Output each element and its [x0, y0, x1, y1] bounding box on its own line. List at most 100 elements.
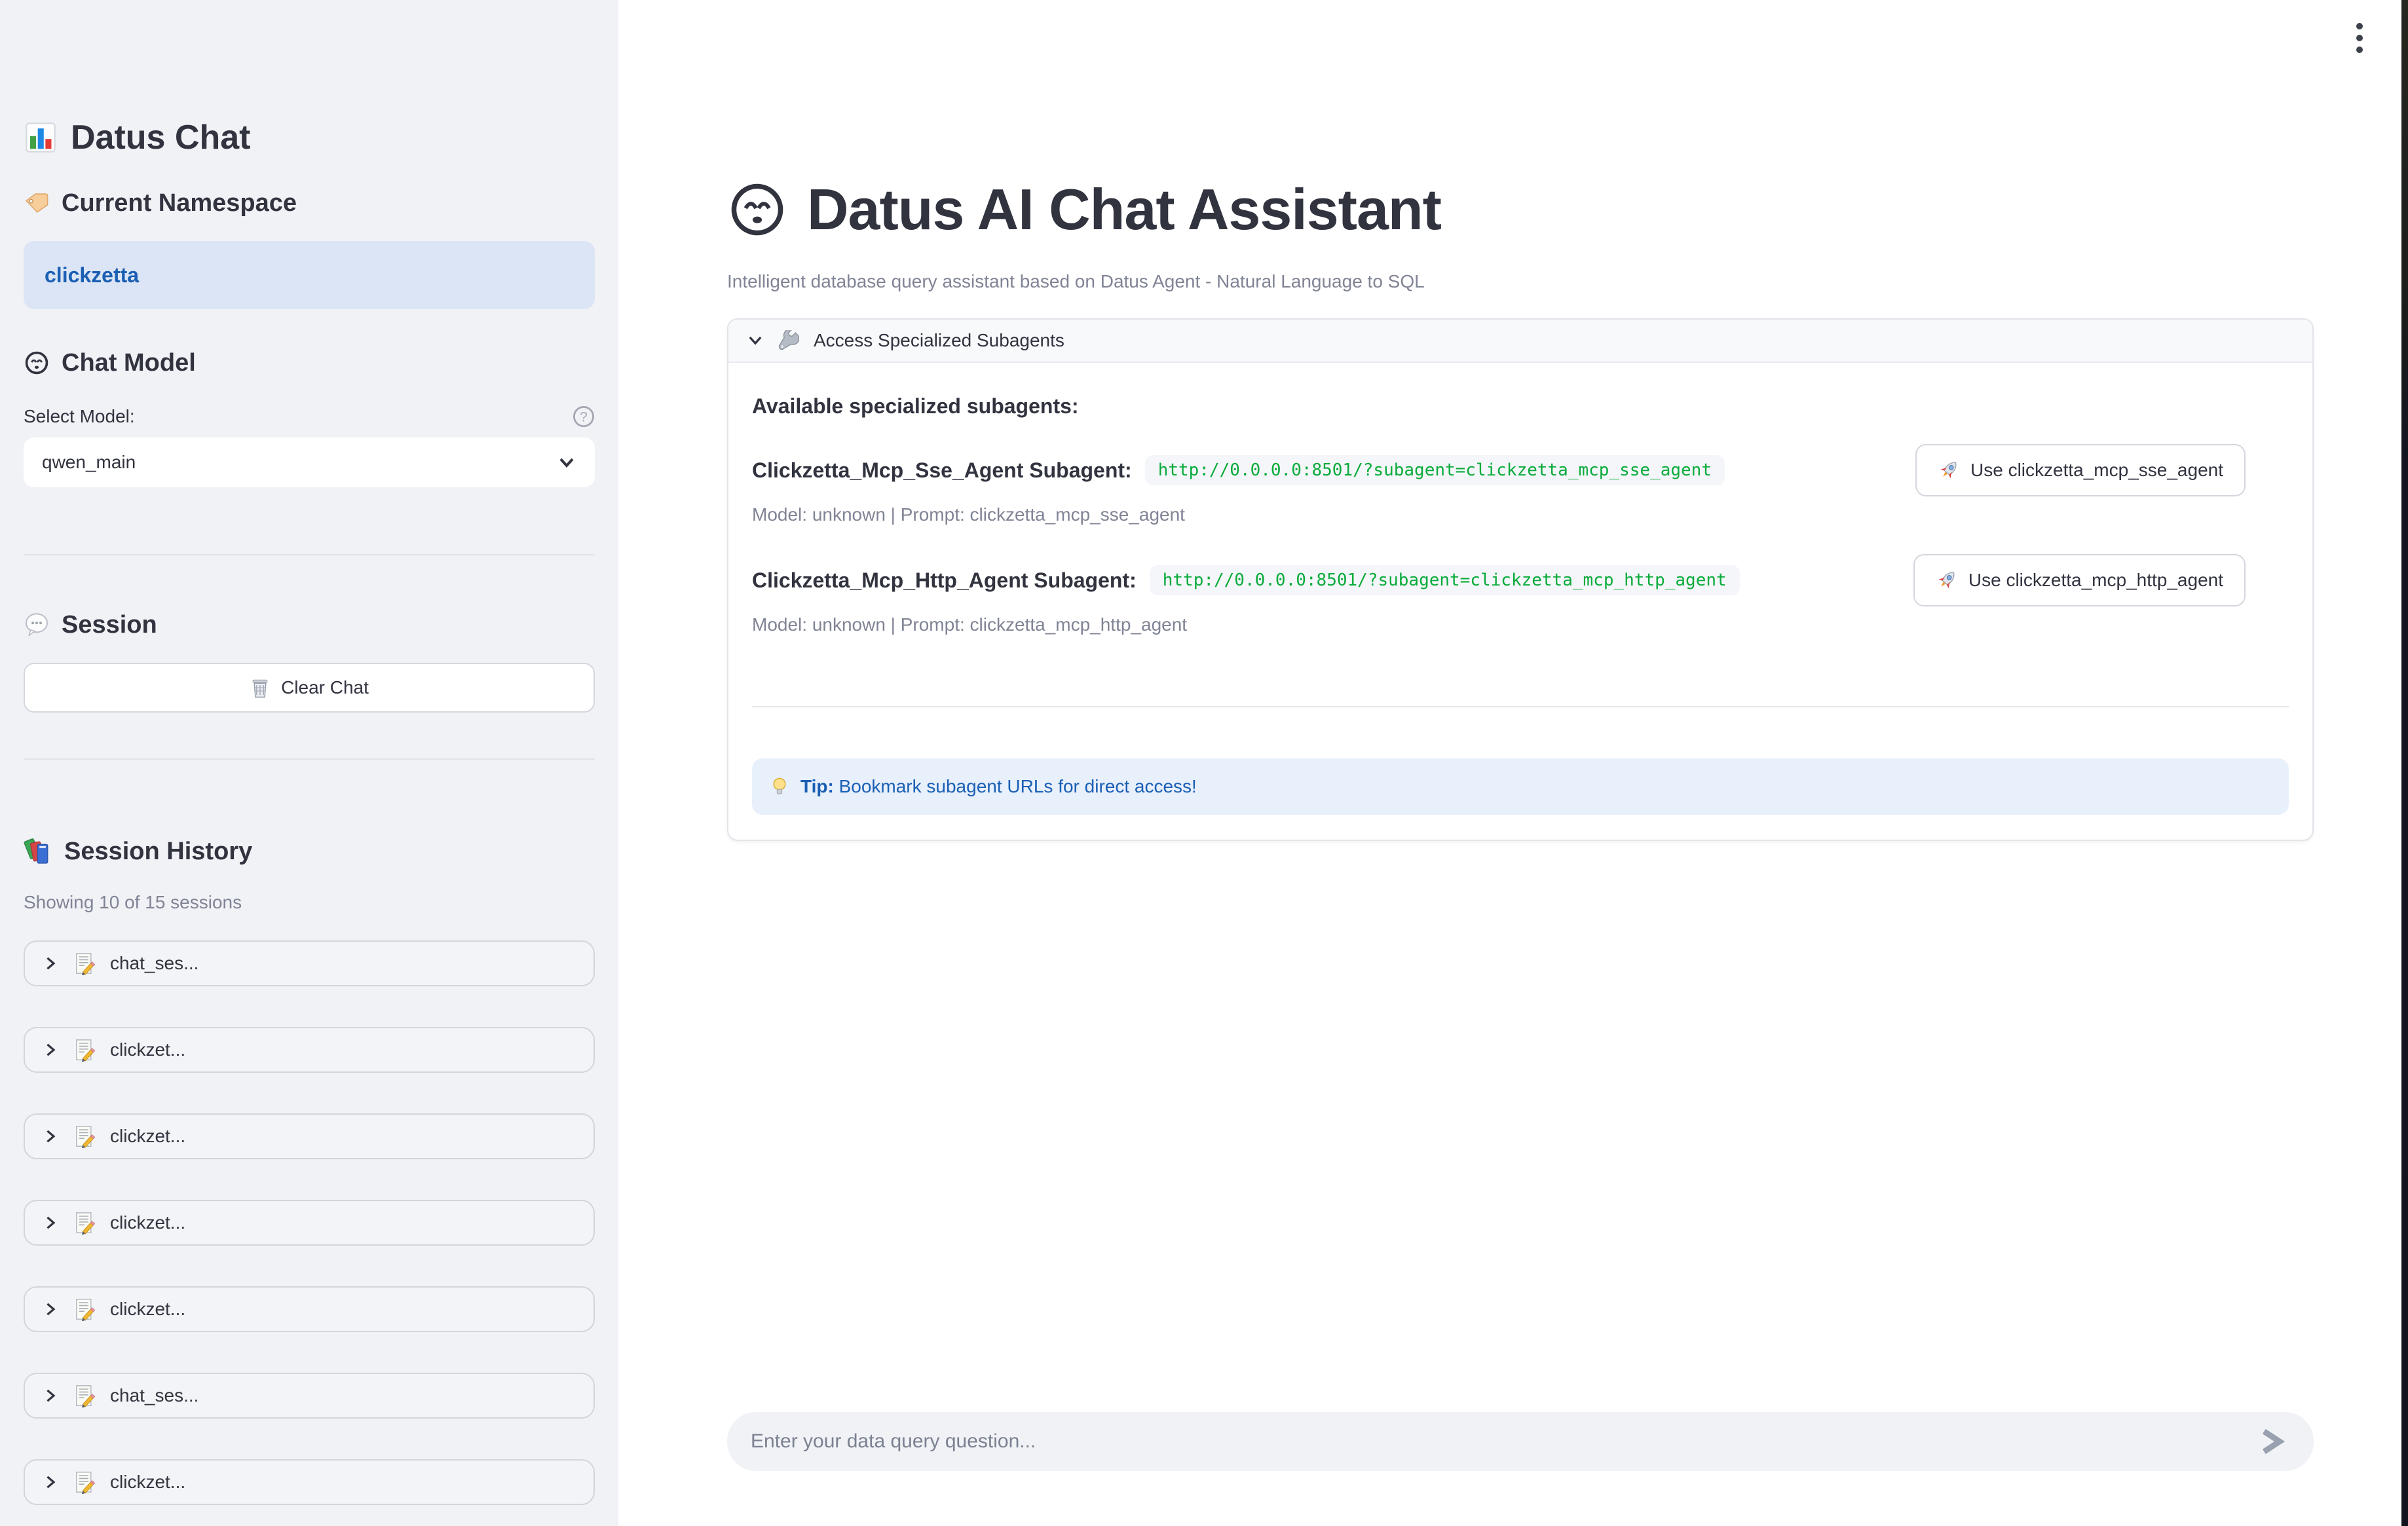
- memo-icon: [72, 1297, 96, 1321]
- session-item-label: clickzet...: [110, 1472, 185, 1493]
- chevron-right-icon: [43, 1302, 58, 1316]
- page-subtitle: Intelligent database query assistant bas…: [727, 269, 2314, 295]
- session-item-label: clickzet...: [110, 1299, 185, 1320]
- subagents-intro: Available specialized subagents:: [752, 392, 2289, 420]
- tip-box: Tip: Bookmark subagent URLs for direct a…: [752, 758, 2289, 815]
- subagent-info: Clickzetta_Mcp_Http_Agent Subagent: http…: [752, 565, 1740, 595]
- use-sse-agent-button[interactable]: Use clickzetta_mcp_sse_agent: [1915, 444, 2246, 496]
- session-history-heading-row: Session History: [24, 834, 595, 868]
- subagent-info: Clickzetta_Mcp_Sse_Agent Subagent: http:…: [752, 455, 1725, 485]
- wrench-icon: [778, 330, 799, 351]
- use-sse-agent-label: Use clickzetta_mcp_sse_agent: [1970, 460, 2223, 481]
- session-history-item[interactable]: clickzet...: [24, 1459, 595, 1505]
- bulb-icon: [770, 777, 789, 796]
- chevron-right-icon: [43, 1043, 58, 1057]
- app-title: Datus Chat: [71, 117, 250, 158]
- app-title-row: Datus Chat: [24, 117, 595, 158]
- session-history-list: chat_ses... clickzet... clickz: [24, 940, 595, 1505]
- clear-chat-button[interactable]: Clear Chat: [24, 663, 595, 713]
- session-history-item[interactable]: chat_ses...: [24, 940, 595, 986]
- session-item-label: clickzet...: [110, 1039, 185, 1060]
- use-http-agent-button[interactable]: Use clickzetta_mcp_http_agent: [1913, 554, 2246, 606]
- subagent-row: Clickzetta_Mcp_Sse_Agent Subagent: http:…: [752, 444, 2289, 496]
- kebab-menu-icon: [2356, 23, 2363, 29]
- memo-icon: [72, 1211, 96, 1235]
- session-history-item[interactable]: clickzet...: [24, 1113, 595, 1159]
- tip-body: Bookmark subagent URLs for direct access…: [839, 776, 1197, 796]
- memo-icon: [72, 1470, 96, 1494]
- page-title-row: Datus AI Chat Assistant: [727, 176, 2314, 244]
- main-content: Datus AI Chat Assistant Intelligent data…: [618, 0, 2408, 1526]
- select-model-label: Select Model:: [24, 403, 135, 430]
- tip-text: Tip: Bookmark subagent URLs for direct a…: [800, 776, 1197, 797]
- subagent-row: Clickzetta_Mcp_Http_Agent Subagent: http…: [752, 554, 2289, 606]
- session-item-label: clickzet...: [110, 1126, 185, 1147]
- subagents-expander-header[interactable]: Access Specialized Subagents: [728, 320, 2312, 363]
- session-item-label: chat_ses...: [110, 1385, 198, 1406]
- page-title: Datus AI Chat Assistant: [807, 176, 1441, 244]
- bar-chart-icon: [24, 121, 58, 155]
- memo-icon: [72, 952, 96, 975]
- subagent-meta: Model: unknown | Prompt: clickzetta_mcp_…: [752, 612, 2289, 638]
- memo-icon: [72, 1038, 96, 1062]
- tag-icon: [24, 190, 50, 216]
- sidebar-divider: [24, 758, 595, 760]
- subagents-expander-body: Available specialized subagents: Clickze…: [728, 392, 2312, 840]
- send-button[interactable]: [2251, 1419, 2295, 1464]
- namespace-heading-row: Current Namespace: [24, 186, 595, 220]
- chat-input[interactable]: [751, 1430, 2251, 1453]
- books-icon: [24, 837, 52, 866]
- sidebar-divider: [24, 554, 595, 555]
- subagents-expander-title: Access Specialized Subagents: [814, 330, 1064, 351]
- chevron-down-icon: [557, 453, 576, 472]
- namespace-heading: Current Namespace: [62, 186, 297, 220]
- expander-divider: [752, 706, 2289, 707]
- chevron-right-icon: [43, 1475, 58, 1489]
- session-history-item[interactable]: chat_ses...: [24, 1373, 595, 1419]
- sidebar: Datus Chat Current Namespace clickzetta …: [0, 0, 618, 1526]
- memo-icon: [72, 1125, 96, 1148]
- subagent-url-code: http://0.0.0.0:8501/?subagent=clickzetta…: [1145, 455, 1725, 485]
- namespace-value-text: clickzetta: [45, 263, 139, 288]
- chevron-right-icon: [43, 1388, 58, 1403]
- chevron-right-icon: [43, 1129, 58, 1144]
- send-arrow-icon: [2260, 1428, 2286, 1455]
- session-history-caption: Showing 10 of 15 sessions: [24, 889, 595, 916]
- session-history-item[interactable]: clickzet...: [24, 1027, 595, 1073]
- session-heading-row: Session: [24, 608, 595, 642]
- chat-model-heading-row: Chat Model: [24, 346, 595, 380]
- clear-chat-label: Clear Chat: [281, 677, 369, 698]
- rocket-icon: [1936, 569, 1958, 591]
- robot-icon: [727, 179, 787, 240]
- chat-model-heading: Chat Model: [62, 346, 196, 380]
- svg-text:?: ?: [580, 409, 588, 424]
- chevron-right-icon: [43, 956, 58, 971]
- app-menu-button[interactable]: [2337, 16, 2382, 60]
- subagents-expander: Access Specialized Subagents Available s…: [727, 318, 2314, 841]
- chevron-down-icon: [747, 332, 764, 349]
- model-select[interactable]: qwen_main: [24, 437, 595, 487]
- session-history-item[interactable]: clickzet...: [24, 1286, 595, 1332]
- session-history-item[interactable]: clickzet...: [24, 1200, 595, 1246]
- rocket-icon: [1938, 459, 1960, 481]
- subagent-url-code: http://0.0.0.0:8501/?subagent=clickzetta…: [1150, 565, 1740, 595]
- chat-input-bar: [727, 1412, 2314, 1471]
- help-icon[interactable]: ?: [573, 405, 595, 428]
- robot-icon: [24, 350, 50, 376]
- tip-label: Tip:: [800, 776, 834, 796]
- subagent-name: Clickzetta_Mcp_Sse_Agent Subagent:: [752, 458, 1132, 483]
- current-namespace-value: clickzetta: [24, 241, 595, 309]
- subagent-meta: Model: unknown | Prompt: clickzetta_mcp_…: [752, 502, 2289, 528]
- session-heading: Session: [62, 608, 157, 642]
- memo-icon: [72, 1384, 96, 1407]
- session-item-label: clickzet...: [110, 1212, 185, 1233]
- trash-icon: [250, 677, 271, 698]
- model-select-value: qwen_main: [42, 452, 136, 473]
- chevron-right-icon: [43, 1216, 58, 1230]
- session-history-heading: Session History: [64, 834, 252, 868]
- speech-balloon-icon: [24, 612, 50, 638]
- subagent-name: Clickzetta_Mcp_Http_Agent Subagent:: [752, 568, 1137, 593]
- screen-edge-strip: [2401, 0, 2408, 1526]
- session-item-label: chat_ses...: [110, 953, 198, 974]
- use-http-agent-label: Use clickzetta_mcp_http_agent: [1968, 570, 2223, 591]
